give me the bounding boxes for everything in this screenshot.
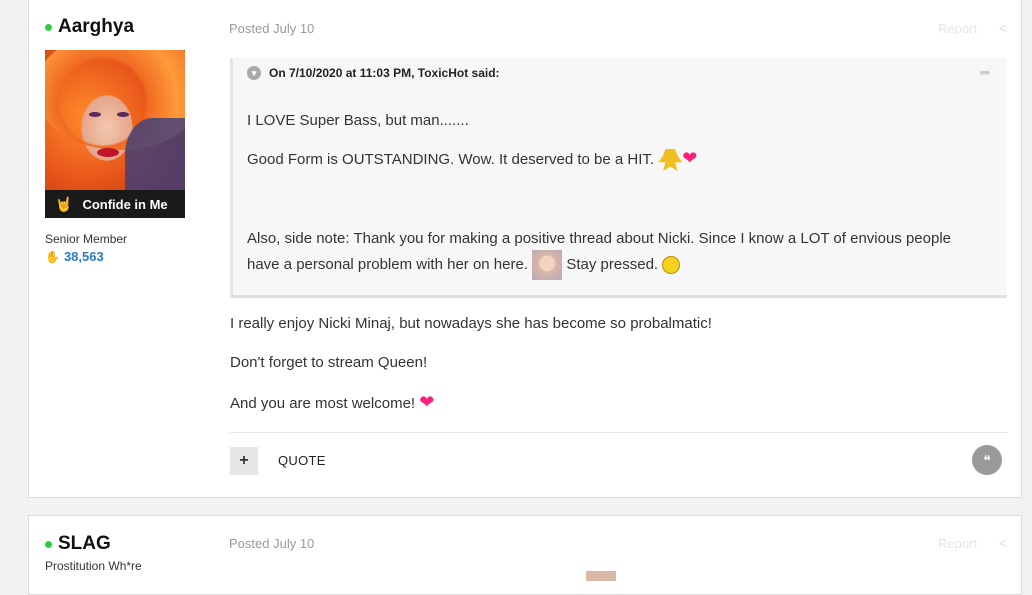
plus-button[interactable]: + (230, 447, 258, 475)
author-name[interactable]: SLAG (45, 533, 185, 555)
heart-icon: ❤ (419, 392, 435, 412)
reputation[interactable]: ✋ 38,563 (45, 249, 185, 264)
reputation-icon: ✋ (45, 249, 60, 264)
post-text: Don't forget to stream Queen! (230, 354, 428, 371)
smile-icon (662, 256, 681, 274)
heart-icon: ❤ (682, 148, 698, 168)
post-slag: SLAG Prostitution Wh*re Posted July 10 R… (28, 515, 1022, 595)
online-status-icon (45, 540, 52, 548)
quote-citation: On 7/10/2020 at 11:03 PM, ToxicHot said: (269, 66, 500, 80)
post-date[interactable]: Posted July 10 (229, 536, 314, 551)
author-name[interactable]: Aarghya (45, 16, 185, 38)
author-name-label[interactable]: SLAG (58, 533, 111, 555)
author-column: Aarghya 🤘 Confide in Me Senior Member ✋ … (45, 16, 185, 264)
dancing-emoji-icon (658, 149, 683, 172)
online-status-icon (45, 23, 52, 31)
multiquote-icon[interactable]: ❝ (972, 445, 1002, 475)
quote-block: ▾ On 7/10/2020 at 11:03 PM, ToxicHot sai… (230, 58, 1007, 298)
avatar-eye (117, 112, 129, 117)
quote-line: have a personal problem with her on here… (247, 250, 681, 280)
quote-line-text: have a personal problem with her on here… (247, 255, 529, 273)
member-badge: 🤘 Confide in Me (45, 190, 185, 218)
share-icon[interactable]: < (999, 535, 1007, 551)
quote-line-text: Good Form is OUTSTANDING. Wow. It deserv… (247, 151, 655, 168)
avatar-lips (97, 148, 119, 157)
quote-header: ▾ On 7/10/2020 at 11:03 PM, ToxicHot sai… (247, 66, 500, 80)
report-link[interactable]: Report (938, 536, 977, 551)
avatar-eye (89, 112, 101, 117)
avatar[interactable]: 🤘 Confide in Me (45, 50, 185, 218)
quote-line: I LOVE Super Bass, but man....... (247, 112, 469, 129)
share-icon[interactable]: < (999, 20, 1007, 36)
author-column: SLAG Prostitution Wh*re (45, 533, 185, 573)
rock-hand-icon: 🤘 (55, 195, 73, 212)
quote-button[interactable]: QUOTE (278, 453, 326, 468)
quote-line-text: Stay pressed. (566, 255, 659, 273)
reputation-count: 38,563 (63, 249, 104, 264)
member-title: Prostitution Wh*re (45, 559, 142, 573)
post-text: And you are most welcome! ❤ (230, 392, 434, 413)
chevron-down-icon[interactable]: ▾ (247, 66, 261, 80)
partial-image (586, 571, 616, 581)
face-emoji-image (532, 250, 563, 280)
author-name-label[interactable]: Aarghya (58, 16, 134, 38)
post-text-line: And you are most welcome! (230, 395, 416, 412)
report-link[interactable]: Report (938, 21, 977, 36)
post-date[interactable]: Posted July 10 (229, 21, 314, 36)
badge-label: Confide in Me (82, 196, 168, 212)
quote-jump-icon[interactable]: ➦ (979, 64, 991, 81)
quote-line: Also, side note: Thank you for making a … (247, 230, 952, 247)
post-text: I really enjoy Nicki Minaj, but nowadays… (230, 315, 712, 332)
member-title: Senior Member (45, 232, 128, 246)
divider (230, 432, 1008, 433)
quote-line: Good Form is OUTSTANDING. Wow. It deserv… (247, 146, 697, 172)
post-aarghya: Aarghya 🤘 Confide in Me Senior Member ✋ … (28, 0, 1022, 498)
